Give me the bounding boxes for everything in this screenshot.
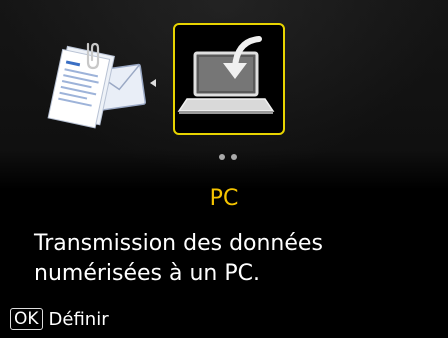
option-title: PC xyxy=(209,186,239,211)
set-action-label: Définir xyxy=(48,308,109,330)
printer-lcd-screen: PC Transmission des données numérisées à… xyxy=(0,0,448,338)
scroll-left-arrow-icon[interactable] xyxy=(150,79,156,87)
description-line-1: Transmission des données xyxy=(34,231,323,256)
footer-hint: OK Définir xyxy=(10,306,109,332)
description-line-2: numérisées à un PC. xyxy=(34,261,260,286)
ok-key-icon[interactable]: OK xyxy=(10,308,43,330)
page-indicator xyxy=(217,154,241,162)
option-description: Transmission des données numérisées à un… xyxy=(34,229,434,289)
page-dot xyxy=(219,154,225,160)
page-dot xyxy=(231,154,237,160)
document-mail-icon[interactable] xyxy=(40,38,150,138)
laptop-save-icon[interactable] xyxy=(173,23,285,135)
